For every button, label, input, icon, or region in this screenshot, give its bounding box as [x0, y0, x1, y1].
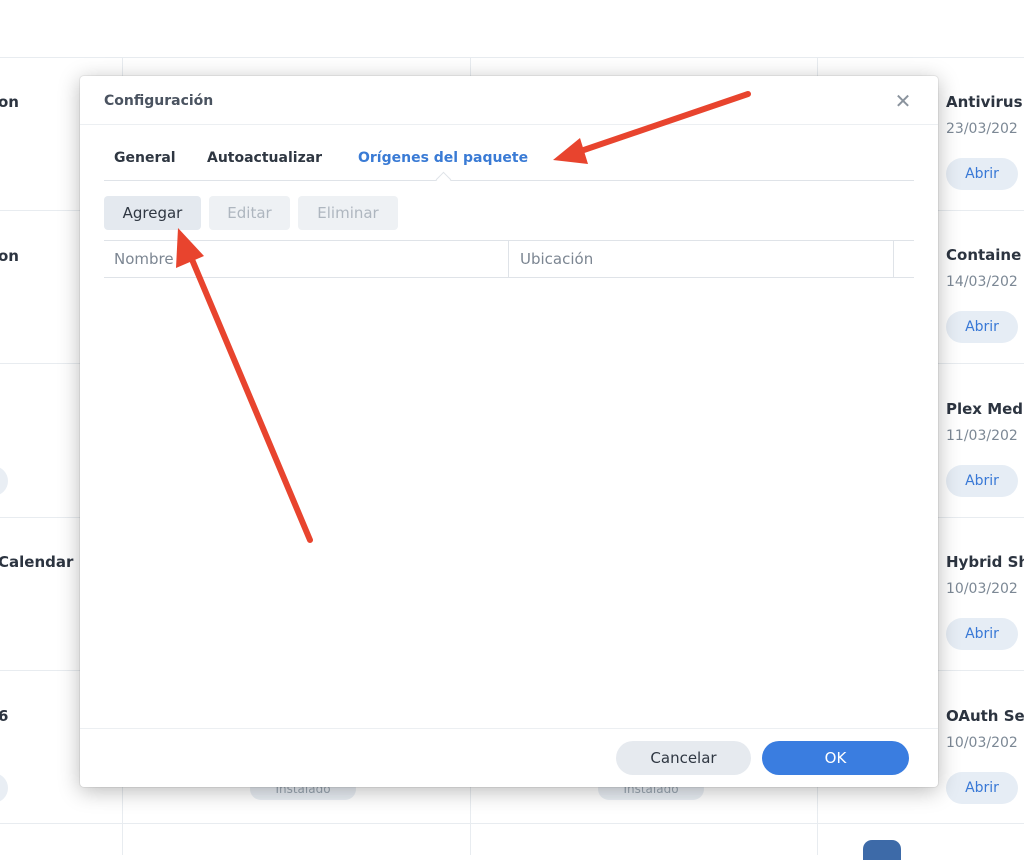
tab-auto-update[interactable]: Autoactualizar — [207, 150, 322, 166]
delete-button[interactable]: Eliminar — [298, 196, 398, 230]
sources-table-header: Nombre Ubicación — [104, 240, 914, 278]
open-button[interactable]: Abrir — [946, 465, 1018, 497]
tab-underline — [104, 180, 914, 181]
package-card-date: 23/03/202 — [946, 121, 1018, 137]
package-card-title: Hybrid Sh — [946, 553, 1024, 571]
dialog-title: Configuración — [104, 93, 214, 109]
grid-divider — [0, 823, 1024, 824]
open-button[interactable]: Abrir — [946, 158, 1018, 190]
package-action-button[interactable] — [0, 466, 8, 496]
column-divider — [893, 241, 894, 277]
package-card-title: Antivirus — [946, 93, 1023, 111]
open-button[interactable]: Abrir — [946, 772, 1018, 804]
package-card-date: 14/03/202 — [946, 274, 1018, 290]
open-button[interactable]: Abrir — [946, 618, 1018, 650]
active-tab-indicator — [435, 171, 452, 188]
settings-dialog: Configuración ✕ General Autoactualizar O… — [80, 76, 938, 787]
package-title: on — [0, 93, 19, 111]
column-header-name[interactable]: Nombre — [104, 241, 508, 277]
package-card-date: 11/03/202 — [946, 428, 1018, 444]
package-title: 6 — [0, 707, 9, 725]
cancel-button[interactable]: Cancelar — [616, 741, 751, 775]
tab-package-sources[interactable]: Orígenes del paquete — [358, 150, 528, 166]
package-card-title: Containe — [946, 246, 1022, 264]
tab-bar: General Autoactualizar Orígenes del paqu… — [104, 136, 914, 188]
package-title: on — [0, 247, 19, 265]
column-header-location[interactable]: Ubicación — [510, 241, 894, 277]
package-card-date: 10/03/202 — [946, 735, 1018, 751]
package-card-title: OAuth Se — [946, 707, 1024, 725]
ok-button[interactable]: OK — [762, 741, 909, 775]
footer-divider — [80, 728, 938, 729]
package-action-button[interactable] — [0, 773, 8, 803]
title-divider — [80, 124, 938, 125]
close-icon[interactable]: ✕ — [892, 90, 914, 112]
package-card-title: Plex Med — [946, 400, 1024, 418]
tab-general[interactable]: General — [114, 150, 176, 166]
grid-divider — [0, 57, 1024, 58]
open-button[interactable]: Abrir — [946, 311, 1018, 343]
add-button[interactable]: Agregar — [104, 196, 201, 230]
package-icon — [863, 840, 901, 860]
package-title: Calendar — [0, 553, 74, 571]
package-card-date: 10/03/202 — [946, 581, 1018, 597]
column-divider — [508, 241, 509, 277]
edit-button[interactable]: Editar — [209, 196, 290, 230]
